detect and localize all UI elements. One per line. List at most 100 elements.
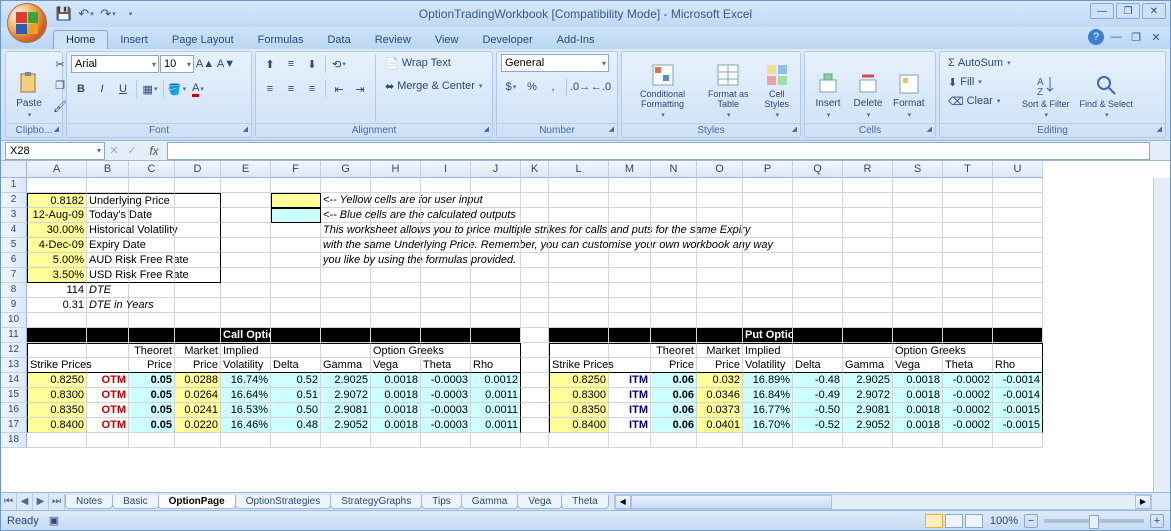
- cell-S7[interactable]: [893, 268, 943, 283]
- cell-B16[interactable]: OTM: [87, 403, 129, 418]
- cell-H15[interactable]: 0.0018: [371, 388, 421, 403]
- cell-G12[interactable]: [321, 343, 371, 358]
- cell-L13[interactable]: Strike Prices: [549, 358, 609, 373]
- cell-Q16[interactable]: -0.50: [793, 403, 843, 418]
- cell-P4[interactable]: [743, 223, 793, 238]
- row-header-1[interactable]: 1: [1, 178, 27, 193]
- cell-M6[interactable]: [609, 253, 651, 268]
- cell-E16[interactable]: 16.53%: [221, 403, 271, 418]
- cell-R9[interactable]: [843, 298, 893, 313]
- cell-J15[interactable]: 0.0011: [471, 388, 521, 403]
- cell-K9[interactable]: [521, 298, 549, 313]
- cell-H14[interactable]: 0.0018: [371, 373, 421, 388]
- cell-L8[interactable]: [549, 283, 609, 298]
- office-button[interactable]: [7, 3, 51, 47]
- cell-Q10[interactable]: [793, 313, 843, 328]
- cell-H6[interactable]: [371, 253, 421, 268]
- cell-L11[interactable]: [549, 328, 609, 343]
- cell-A18[interactable]: [27, 433, 87, 448]
- cell-M17[interactable]: ITM: [609, 418, 651, 433]
- cell-T16[interactable]: -0.0002: [943, 403, 993, 418]
- cell-C7[interactable]: [129, 268, 175, 283]
- row-header-2[interactable]: 2: [1, 193, 27, 208]
- col-header-H[interactable]: H: [371, 161, 421, 178]
- cell-O1[interactable]: [697, 178, 743, 193]
- cell-Q7[interactable]: [793, 268, 843, 283]
- cell-G3[interactable]: <-- Blue cells are the calculated output…: [321, 208, 371, 223]
- cell-H13[interactable]: Vega: [371, 358, 421, 373]
- tab-nav-prev-icon[interactable]: ◀: [17, 494, 33, 510]
- cell-K11[interactable]: [521, 328, 549, 343]
- tab-developer[interactable]: Developer: [470, 31, 544, 49]
- cell-C2[interactable]: [129, 193, 175, 208]
- cell-P16[interactable]: 16.77%: [743, 403, 793, 418]
- italic-button[interactable]: I: [92, 79, 112, 99]
- row-header-10[interactable]: 10: [1, 313, 27, 328]
- cell-Q17[interactable]: -0.52: [793, 418, 843, 433]
- cell-U13[interactable]: Rho: [993, 358, 1043, 373]
- cell-E18[interactable]: [221, 433, 271, 448]
- wrap-text-button[interactable]: 📄Wrap Text: [381, 54, 486, 72]
- cell-S9[interactable]: [893, 298, 943, 313]
- cell-U14[interactable]: -0.0014: [993, 373, 1043, 388]
- cell-M15[interactable]: ITM: [609, 388, 651, 403]
- cell-E12[interactable]: Implied: [221, 343, 271, 358]
- col-header-B[interactable]: B: [87, 161, 129, 178]
- cell-P3[interactable]: [743, 208, 793, 223]
- cell-H9[interactable]: [371, 298, 421, 313]
- cell-L9[interactable]: [549, 298, 609, 313]
- cell-G6[interactable]: you like by using the formulas provided.: [321, 253, 371, 268]
- col-header-G[interactable]: G: [321, 161, 371, 178]
- cell-E15[interactable]: 16.64%: [221, 388, 271, 403]
- cell-G5[interactable]: with the same Underlying Price. Remember…: [321, 238, 371, 253]
- save-icon[interactable]: 💾: [55, 5, 73, 23]
- select-all-corner[interactable]: [1, 161, 27, 178]
- cell-I18[interactable]: [421, 433, 471, 448]
- cell-O4[interactable]: [697, 223, 743, 238]
- cell-R16[interactable]: 2.9081: [843, 403, 893, 418]
- cell-F5[interactable]: [271, 238, 321, 253]
- increase-indent-icon[interactable]: ⇥: [350, 79, 370, 99]
- fill-button[interactable]: ⬇Fill: [944, 73, 1016, 91]
- cell-M2[interactable]: [609, 193, 651, 208]
- align-right-icon[interactable]: ≡: [302, 79, 322, 99]
- cell-R13[interactable]: Gamma: [843, 358, 893, 373]
- cell-F2[interactable]: [271, 193, 321, 208]
- cell-B12[interactable]: [87, 343, 129, 358]
- cell-R12[interactable]: [843, 343, 893, 358]
- tab-review[interactable]: Review: [363, 31, 423, 49]
- cell-grid[interactable]: 0.8182Underlying Price<-- Yellow cells a…: [27, 178, 1170, 492]
- cell-M1[interactable]: [609, 178, 651, 193]
- grow-font-icon[interactable]: A▲: [195, 54, 215, 74]
- cell-U8[interactable]: [993, 283, 1043, 298]
- align-center-icon[interactable]: ≡: [281, 79, 301, 99]
- cell-C8[interactable]: [129, 283, 175, 298]
- cell-F18[interactable]: [271, 433, 321, 448]
- sheet-tab-tips[interactable]: Tips: [421, 495, 462, 509]
- row-header-4[interactable]: 4: [1, 223, 27, 238]
- cell-H1[interactable]: [371, 178, 421, 193]
- cell-O3[interactable]: [697, 208, 743, 223]
- cell-M4[interactable]: [609, 223, 651, 238]
- cell-R11[interactable]: [843, 328, 893, 343]
- bold-button[interactable]: B: [71, 79, 91, 99]
- cell-M12[interactable]: [609, 343, 651, 358]
- cell-T10[interactable]: [943, 313, 993, 328]
- cell-R7[interactable]: [843, 268, 893, 283]
- cell-A14[interactable]: 0.8250: [27, 373, 87, 388]
- row-header-11[interactable]: 11: [1, 328, 27, 343]
- cell-T14[interactable]: -0.0002: [943, 373, 993, 388]
- cell-E8[interactable]: [221, 283, 271, 298]
- cell-M11[interactable]: [609, 328, 651, 343]
- cell-A9[interactable]: 0.31: [27, 298, 87, 313]
- cell-D12[interactable]: Market: [175, 343, 221, 358]
- cell-U5[interactable]: [993, 238, 1043, 253]
- cell-U9[interactable]: [993, 298, 1043, 313]
- vertical-scrollbar[interactable]: [1153, 178, 1170, 492]
- fx-icon[interactable]: fx: [145, 144, 163, 158]
- row-header-5[interactable]: 5: [1, 238, 27, 253]
- cell-B5[interactable]: Expiry Date: [87, 238, 129, 253]
- cell-Q14[interactable]: -0.48: [793, 373, 843, 388]
- cell-J11[interactable]: [471, 328, 521, 343]
- cell-P2[interactable]: [743, 193, 793, 208]
